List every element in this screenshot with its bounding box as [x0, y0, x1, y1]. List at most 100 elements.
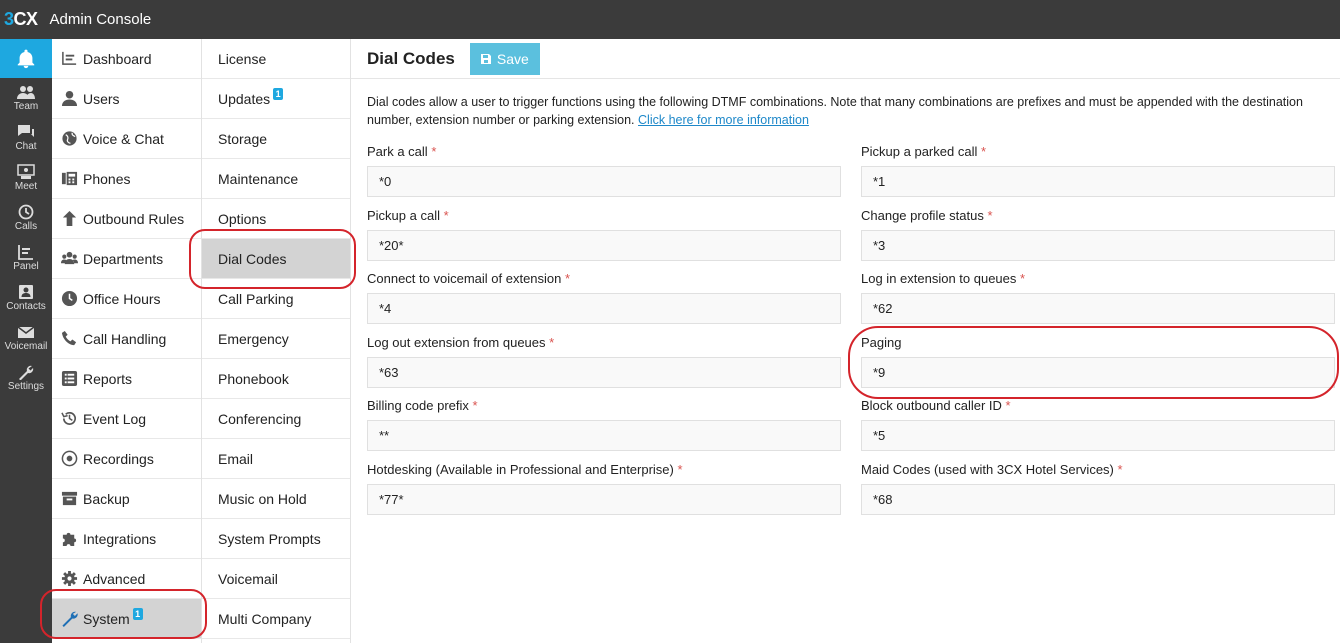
subnav-item-emergency[interactable]: Emergency [202, 319, 350, 359]
subnav-item-label: Emergency [218, 330, 289, 347]
subnav-item-voicemail[interactable]: Voicemail [202, 559, 350, 599]
nav-item-label: Integrations [83, 530, 157, 547]
meet-icon [17, 164, 35, 179]
nav-item-call-handling[interactable]: Call Handling [52, 319, 201, 359]
nav-item-label: Departments [83, 250, 164, 267]
iconbar-voicemail[interactable]: Voicemail [0, 318, 52, 358]
connect-to-voicemail-of-extension-input[interactable] [367, 293, 841, 325]
nav-item-users[interactable]: Users [52, 79, 201, 119]
subnav-item-maintenance[interactable]: Maintenance [202, 159, 350, 199]
nav-item-office-hours[interactable]: Office Hours [52, 279, 201, 319]
subnav-item-license[interactable]: License [202, 39, 350, 79]
nav-item-outbound-rules[interactable]: Outbound Rules [52, 199, 201, 239]
nav-item-label: Users [83, 90, 120, 107]
subnav-item-music-on-hold[interactable]: Music on Hold [202, 479, 350, 519]
required-marker: * [565, 271, 571, 287]
field-label: Change profile status * [861, 207, 993, 223]
required-marker: * [472, 398, 478, 414]
nav-item-label: Recordings [83, 450, 154, 467]
subnav-item-label: Dial Codes [218, 250, 287, 267]
subnav-item-system-prompts[interactable]: System Prompts [202, 519, 350, 559]
subnav-item-multi-company[interactable]: Multi Company [202, 599, 350, 639]
subnav-item-email[interactable]: Email [202, 439, 350, 479]
pickup-a-call-input[interactable] [367, 229, 841, 261]
iconbar-calls[interactable]: Calls [0, 198, 52, 238]
iconbar-meet[interactable]: Meet [0, 158, 52, 198]
subnav-item-options[interactable]: Options [202, 199, 350, 239]
subnav-item-call-parking[interactable]: Call Parking [202, 279, 350, 319]
nav-item-voice-chat[interactable]: Voice & Chat [52, 119, 201, 159]
billing-code-prefix-input[interactable] [367, 420, 841, 452]
nav-item-advanced[interactable]: Advanced [52, 559, 201, 599]
iconbar-panel[interactable]: Panel [0, 238, 52, 278]
nav-item-departments[interactable]: Departments [52, 239, 201, 279]
iconbar-label: Chat [15, 141, 37, 152]
required-marker: * [677, 462, 683, 477]
nav-item-system[interactable]: System 1 [52, 599, 201, 639]
phone-icon [60, 330, 78, 348]
archive-icon [60, 490, 78, 508]
subnav-item-updates[interactable]: Updates 1 [202, 79, 350, 119]
nav-item-event-log[interactable]: Event Log [52, 399, 201, 439]
block-outbound-caller-id-input[interactable] [861, 420, 1335, 452]
subnav-item-label: Updates [218, 90, 271, 107]
team-icon [17, 86, 35, 99]
subnav-item-storage[interactable]: Storage [202, 119, 350, 159]
nav-item-label: Office Hours [83, 290, 161, 307]
iconbar-label: Team [13, 101, 39, 112]
park-a-call-input[interactable] [367, 166, 841, 197]
nav-item-label: Reports [83, 370, 133, 387]
nav-item-label: Event Log [83, 410, 147, 427]
required-marker: * [431, 144, 437, 159]
list-icon [60, 370, 78, 388]
nav-item-dashboard[interactable]: Dashboard [52, 39, 201, 79]
nav-item-recordings[interactable]: Recordings [52, 439, 201, 479]
subnav-item-label: Voicemail [218, 570, 278, 587]
subnav-item-dial-codes[interactable]: Dial Codes [202, 239, 350, 279]
wrench-icon [60, 610, 78, 628]
subnav-item-label: System Prompts [218, 530, 321, 547]
nav-item-label: Outbound Rules [83, 210, 185, 227]
voicemail-icon [17, 326, 35, 338]
save-button[interactable]: Save [469, 42, 540, 75]
description-text: Dial codes allow a user to trigger funct… [367, 95, 1303, 127]
subnav-item-label: Conferencing [218, 410, 302, 427]
iconbar-label: Calls [14, 221, 38, 232]
iconbar-chat[interactable]: Chat [0, 118, 52, 158]
hotdesking-available-in-professional-and-enterprise-input[interactable] [367, 484, 841, 515]
notifications-button[interactable] [0, 39, 52, 78]
nav-item-label: Dashboard [83, 50, 152, 67]
field-label: Pickup a parked call * [861, 144, 987, 159]
globe-icon [60, 130, 78, 148]
change-profile-status-input[interactable] [861, 229, 1335, 261]
nav-item-phones[interactable]: Phones [52, 159, 201, 199]
iconbar-settings[interactable]: Settings [0, 358, 52, 398]
subnav-item-phonebook[interactable]: Phonebook [202, 359, 350, 399]
log-in-extension-to-queues-input[interactable] [861, 293, 1335, 325]
nav-item-reports[interactable]: Reports [52, 359, 201, 399]
nav-item-label: Phones [83, 170, 131, 187]
nav-item-label: Voice & Chat [83, 130, 164, 147]
more-info-link[interactable]: Click here for more information [638, 113, 809, 127]
iconbar-team[interactable]: Team [0, 78, 52, 118]
nav-item-label: System [83, 610, 130, 627]
log-out-extension-from-queues-input[interactable] [367, 356, 841, 388]
field-block-outbound-caller-id: Block outbound caller ID * [861, 398, 1335, 452]
iconbar-contacts[interactable]: Contacts [0, 278, 52, 318]
subnav-item-conferencing[interactable]: Conferencing [202, 399, 350, 439]
group-icon [60, 250, 78, 268]
nav-item-integrations[interactable]: Integrations [52, 519, 201, 559]
field-log-in-extension-to-queues: Log in extension to queues * [861, 271, 1335, 325]
field-change-profile-status: Change profile status * [861, 208, 1335, 261]
field-billing-code-prefix: Billing code prefix * [367, 398, 841, 452]
required-marker: * [1117, 462, 1123, 477]
field-label: Pickup a call * [367, 207, 449, 223]
app-logo[interactable]: 3CX [4, 9, 38, 30]
phone-device-icon [60, 170, 78, 188]
nav-item-backup[interactable]: Backup [52, 479, 201, 519]
subnav-item-label: Storage [218, 130, 268, 147]
paging-input[interactable] [861, 356, 1335, 388]
maid-codes-used-with-3cx-hotel-services-input[interactable] [861, 484, 1335, 515]
pickup-a-parked-call-input[interactable] [861, 166, 1335, 197]
primary-nav: Dashboard Users Voice & Chat Phones Outbound… [52, 39, 202, 643]
